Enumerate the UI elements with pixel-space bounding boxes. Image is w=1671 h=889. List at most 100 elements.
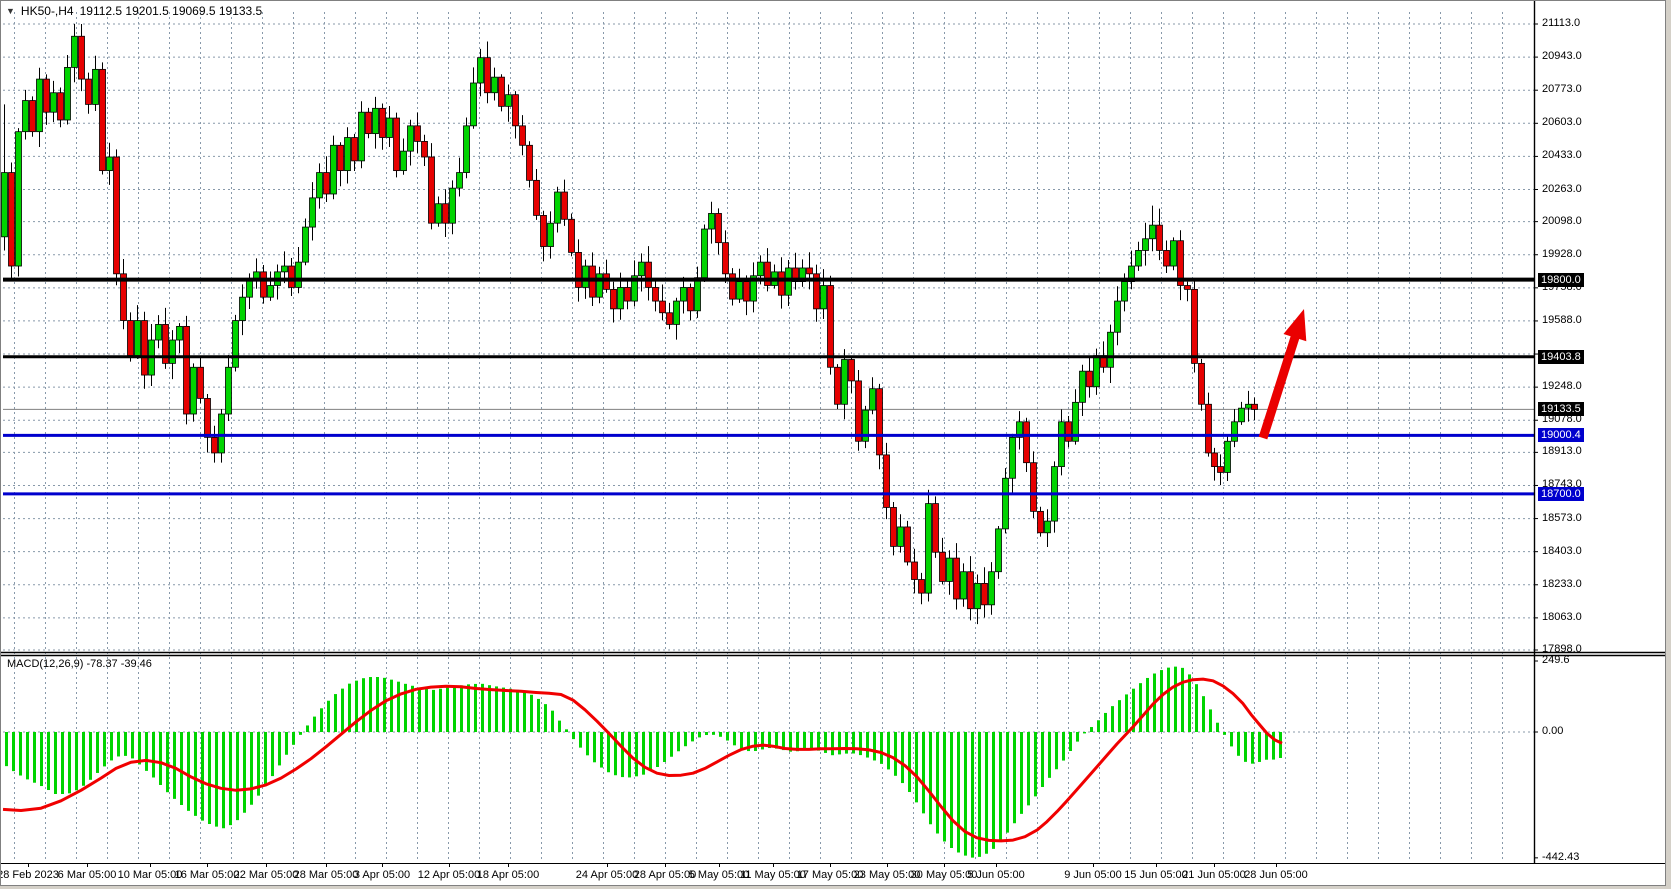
- bear-candle[interactable]: [919, 573, 925, 604]
- bear-candle[interactable]: [198, 356, 204, 403]
- bull-candle[interactable]: [268, 271, 274, 300]
- bull-candle[interactable]: [786, 260, 792, 306]
- bull-candle[interactable]: [373, 97, 379, 149]
- bear-candle[interactable]: [828, 276, 834, 375]
- bull-candle[interactable]: [16, 128, 22, 276]
- bear-candle[interactable]: [86, 73, 92, 114]
- bear-candle[interactable]: [793, 253, 799, 290]
- bull-candle[interactable]: [135, 305, 141, 359]
- bull-candle[interactable]: [296, 247, 302, 293]
- bull-candle[interactable]: [51, 81, 57, 122]
- bear-candle[interactable]: [688, 284, 694, 321]
- bear-candle[interactable]: [807, 252, 813, 289]
- bull-candle[interactable]: [436, 197, 442, 227]
- bear-candle[interactable]: [142, 312, 148, 389]
- bull-candle[interactable]: [681, 277, 687, 314]
- bear-candle[interactable]: [1087, 358, 1093, 398]
- bear-candle[interactable]: [121, 259, 127, 329]
- chart-canvas[interactable]: [1, 1, 1666, 886]
- bull-candle[interactable]: [1232, 409, 1238, 447]
- bear-candle[interactable]: [394, 113, 400, 178]
- bear-candle[interactable]: [499, 74, 505, 111]
- bull-candle[interactable]: [1010, 434, 1016, 493]
- bull-candle[interactable]: [632, 260, 638, 306]
- bull-candle[interactable]: [1115, 286, 1121, 345]
- bull-candle[interactable]: [275, 264, 281, 299]
- bear-candle[interactable]: [891, 502, 897, 555]
- bull-candle[interactable]: [1136, 242, 1142, 271]
- bear-candle[interactable]: [205, 394, 211, 453]
- bull-candle[interactable]: [240, 284, 246, 335]
- bear-candle[interactable]: [366, 108, 372, 138]
- bear-candle[interactable]: [163, 308, 169, 369]
- bull-candle[interactable]: [709, 202, 715, 244]
- bull-candle[interactable]: [821, 269, 827, 319]
- bull-candle[interactable]: [863, 406, 869, 448]
- bull-candle[interactable]: [695, 267, 701, 318]
- bull-candle[interactable]: [1003, 468, 1009, 533]
- bull-candle[interactable]: [639, 253, 645, 291]
- bear-candle[interactable]: [779, 257, 785, 308]
- bear-candle[interactable]: [933, 496, 939, 558]
- bear-candle[interactable]: [716, 208, 722, 254]
- bear-candle[interactable]: [954, 543, 960, 609]
- bear-candle[interactable]: [352, 134, 358, 171]
- bull-candle[interactable]: [926, 490, 932, 602]
- bull-candle[interactable]: [548, 211, 554, 258]
- bull-candle[interactable]: [478, 49, 484, 96]
- bull-candle[interactable]: [2, 104, 8, 250]
- bear-candle[interactable]: [128, 312, 134, 361]
- bull-candle[interactable]: [233, 315, 239, 372]
- bear-candle[interactable]: [1178, 230, 1184, 300]
- bull-candle[interactable]: [1052, 461, 1058, 532]
- bull-candle[interactable]: [23, 90, 29, 140]
- bear-candle[interactable]: [1206, 393, 1212, 457]
- bull-candle[interactable]: [996, 526, 1002, 579]
- bull-candle[interactable]: [359, 101, 365, 168]
- bear-candle[interactable]: [856, 370, 862, 451]
- bull-candle[interactable]: [310, 182, 316, 240]
- bull-candle[interactable]: [93, 56, 99, 111]
- bull-candle[interactable]: [842, 349, 848, 419]
- bear-candle[interactable]: [968, 556, 974, 620]
- bear-candle[interactable]: [1038, 507, 1044, 537]
- bull-candle[interactable]: [947, 550, 953, 594]
- bull-candle[interactable]: [177, 323, 183, 353]
- bear-candle[interactable]: [1024, 418, 1030, 472]
- bull-candle[interactable]: [345, 127, 351, 183]
- bull-candle[interactable]: [674, 298, 680, 340]
- bull-candle[interactable]: [303, 219, 309, 266]
- bull-candle[interactable]: [1143, 223, 1149, 266]
- bear-candle[interactable]: [611, 282, 617, 323]
- trend-arrow[interactable]: [1263, 309, 1306, 438]
- bull-candle[interactable]: [450, 180, 456, 234]
- bull-candle[interactable]: [737, 269, 743, 303]
- bear-candle[interactable]: [443, 189, 449, 237]
- bull-candle[interactable]: [1129, 251, 1135, 290]
- bear-candle[interactable]: [730, 268, 736, 305]
- bull-candle[interactable]: [408, 120, 414, 166]
- bear-candle[interactable]: [1066, 416, 1072, 447]
- bull-candle[interactable]: [331, 136, 337, 200]
- bull-candle[interactable]: [254, 258, 260, 288]
- bear-candle[interactable]: [513, 91, 519, 138]
- bear-candle[interactable]: [338, 142, 344, 186]
- bull-candle[interactable]: [1108, 325, 1114, 383]
- bull-candle[interactable]: [989, 562, 995, 615]
- bear-candle[interactable]: [835, 364, 841, 409]
- bear-candle[interactable]: [415, 113, 421, 154]
- bear-candle[interactable]: [940, 538, 946, 585]
- bull-candle[interactable]: [1080, 365, 1086, 416]
- bull-candle[interactable]: [401, 138, 407, 174]
- bull-candle[interactable]: [555, 187, 561, 233]
- bear-candle[interactable]: [569, 213, 575, 256]
- bull-candle[interactable]: [170, 330, 176, 379]
- bear-candle[interactable]: [1212, 448, 1218, 481]
- bear-candle[interactable]: [1164, 241, 1170, 274]
- bull-candle[interactable]: [1017, 411, 1023, 449]
- bull-candle[interactable]: [156, 315, 162, 348]
- bull-candle[interactable]: [506, 85, 512, 122]
- bear-candle[interactable]: [660, 285, 666, 321]
- bear-candle[interactable]: [30, 96, 36, 136]
- bull-candle[interactable]: [975, 574, 981, 624]
